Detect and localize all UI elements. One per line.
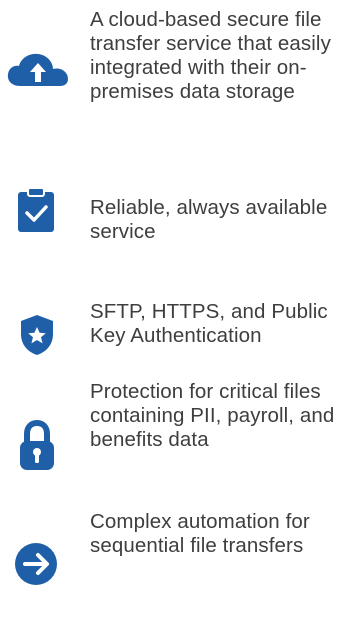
- arrow-right-circle-icon: [14, 542, 58, 586]
- feature-text-automation: Complex automation for sequential file t…: [90, 510, 310, 557]
- feature-item-protection: Protection for critical files containing…: [0, 380, 339, 510]
- shield-star-icon: [18, 313, 56, 357]
- cloud-upload-icon: [6, 52, 70, 88]
- feature-item-reliable: Reliable, always available service: [0, 160, 339, 260]
- clipboard-check-icon: [16, 186, 56, 234]
- feature-text-cloud: A cloud-based secure file transfer servi…: [90, 8, 331, 103]
- feature-item-automation: Complex automation for sequential file t…: [0, 510, 339, 623]
- feature-item-cloud: A cloud-based secure file transfer servi…: [0, 0, 339, 160]
- feature-item-auth: SFTP, HTTPS, and Public Key Authenticati…: [0, 260, 339, 380]
- feature-text-protection: Protection for critical files containing…: [90, 380, 335, 451]
- padlock-icon: [18, 420, 56, 472]
- feature-text-auth: SFTP, HTTPS, and Public Key Authenticati…: [90, 300, 328, 347]
- feature-text-reliable: Reliable, always available service: [90, 196, 328, 243]
